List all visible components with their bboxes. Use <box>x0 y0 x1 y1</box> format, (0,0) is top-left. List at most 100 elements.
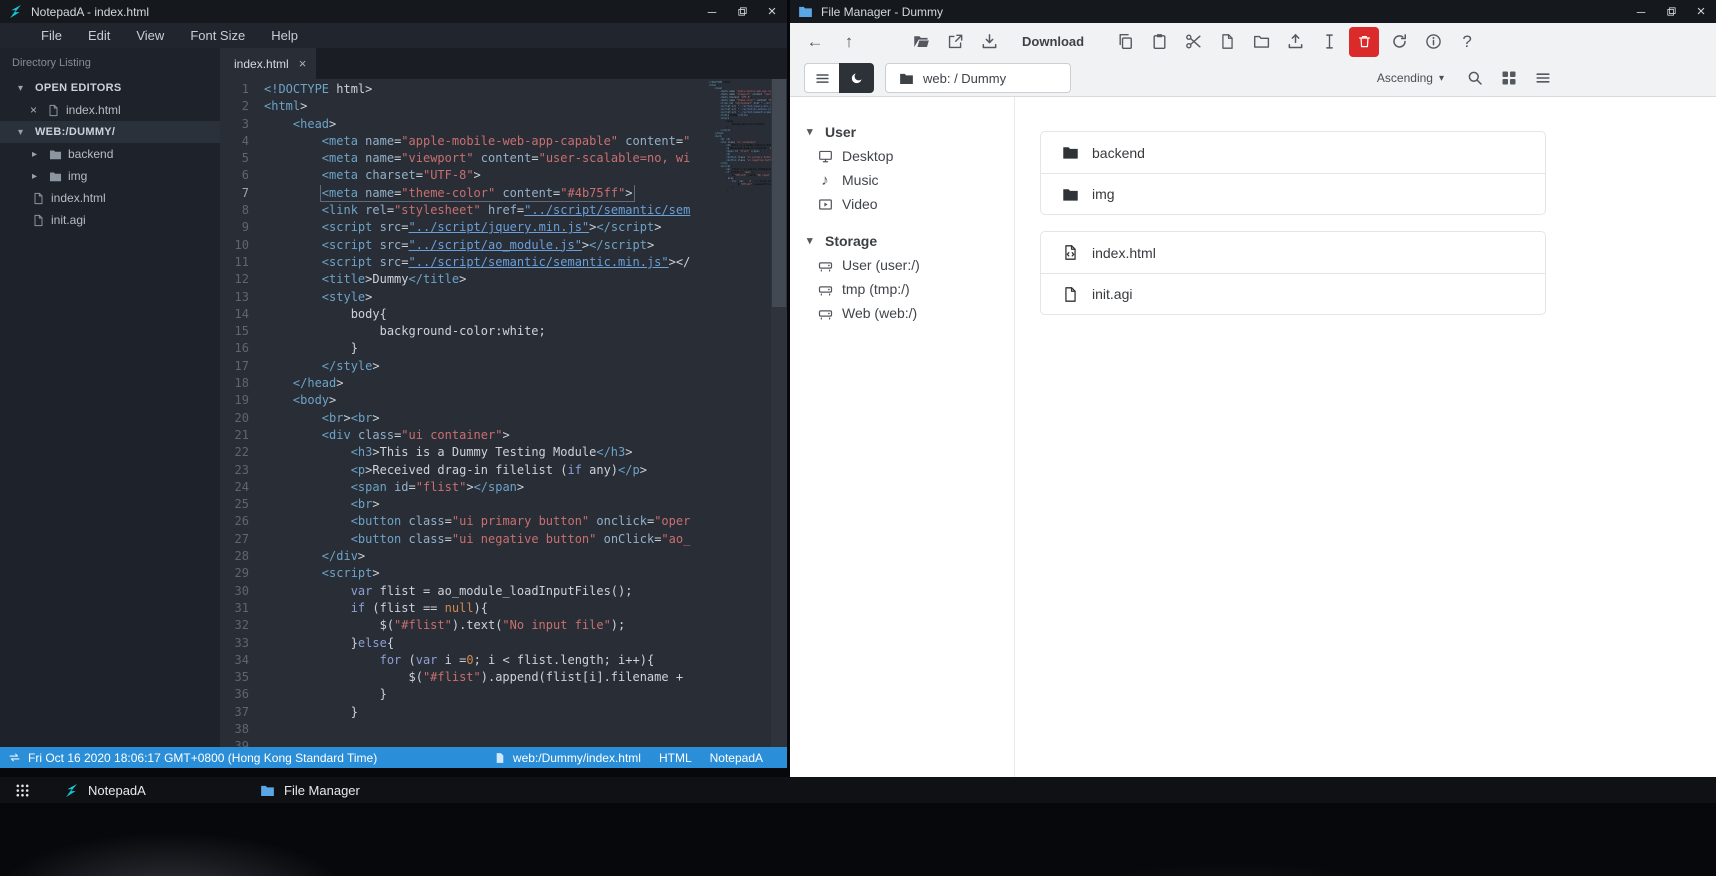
code-line[interactable]: 26 <button class="ui primary button" onc… <box>220 513 707 530</box>
code-line[interactable]: 9 <script src="../script/jquery.min.js">… <box>220 219 707 236</box>
search-button[interactable] <box>1458 63 1492 93</box>
status-filepath[interactable]: web:/Dummy/index.html <box>513 751 641 765</box>
code-line[interactable]: 4 <meta name="apple-mobile-web-app-capab… <box>220 133 707 150</box>
menu-edit[interactable]: Edit <box>75 23 123 48</box>
sort-dropdown[interactable]: Ascending ▾ <box>1377 71 1444 85</box>
code-line[interactable]: 14 body{ <box>220 306 707 323</box>
code-line[interactable]: 3 <head> <box>220 116 707 133</box>
code-line[interactable]: 25 <br> <box>220 496 707 513</box>
sidebar-item-video[interactable]: Video <box>790 192 1014 216</box>
download-button[interactable] <box>972 27 1006 57</box>
code-line[interactable]: 31 if (flist == null){ <box>220 600 707 617</box>
menu-button[interactable] <box>804 63 839 93</box>
code-line[interactable]: 32 $("#flist").text("No input file"); <box>220 617 707 634</box>
up-button[interactable]: ↑ <box>832 27 866 57</box>
open-folder-button[interactable] <box>904 27 938 57</box>
code-line[interactable]: 39 <box>220 738 707 747</box>
open-in-new-window-button[interactable] <box>938 27 972 57</box>
code-line[interactable]: 12 <title>Dummy</title> <box>220 271 707 288</box>
breadcrumb[interactable]: web: / Dummy <box>885 63 1071 93</box>
code-line[interactable]: 28 </div> <box>220 548 707 565</box>
sidebar-item-web-drive[interactable]: Web (web:/) <box>790 301 1014 325</box>
code-line[interactable]: 11 <script src="../script/semantic/seman… <box>220 254 707 271</box>
refresh-button[interactable] <box>1382 27 1416 57</box>
code-line[interactable]: 16 } <box>220 340 707 357</box>
taskbar-item-filemanager[interactable]: File Manager <box>240 777 400 803</box>
menu-file[interactable]: File <box>28 23 75 48</box>
code-line[interactable]: 23 <p>Received drag-in filelist (if any)… <box>220 462 707 479</box>
code-line[interactable]: 22 <h3>This is a Dummy Testing Module</h… <box>220 444 707 461</box>
open-editors-section[interactable]: ▾ OPEN EDITORS <box>0 77 220 99</box>
code-line[interactable]: 27 <button class="ui negative button" on… <box>220 531 707 548</box>
file-row-init-agi[interactable]: init.agi <box>1041 273 1545 314</box>
code-line[interactable]: 34 for (var i =0; i < flist.length; i++)… <box>220 652 707 669</box>
code-line[interactable]: 7 <meta name="theme-color" content="#4b7… <box>220 184 707 202</box>
code-editor[interactable]: 1 <!DOCTYPE html> 2 <html> 3 <head> 4 <meta n… <box>220 79 787 747</box>
open-editor-item[interactable]: × index.html <box>0 99 220 121</box>
tab-index-html[interactable]: index.html × <box>220 48 317 79</box>
code-line[interactable]: 30 var flist = ao_module_loadInputFiles(… <box>220 583 707 600</box>
list-view-button[interactable] <box>1526 63 1560 93</box>
code-line[interactable]: 21 <div class="ui container"> <box>220 427 707 444</box>
apps-grid-button[interactable] <box>0 777 44 803</box>
help-button[interactable]: ? <box>1450 27 1484 57</box>
status-language[interactable]: HTML <box>659 751 692 765</box>
code-line[interactable]: 15 background-color:white; <box>220 323 707 340</box>
code-line[interactable]: 8 <link rel="stylesheet" href="../script… <box>220 202 707 219</box>
file-row-img[interactable]: img <box>1041 173 1545 214</box>
code-line[interactable]: 2 <html> <box>220 98 707 115</box>
code-line[interactable]: 33 }else{ <box>220 635 707 652</box>
info-button[interactable] <box>1416 27 1450 57</box>
code-line[interactable]: 37 } <box>220 704 707 721</box>
notepada-titlebar[interactable]: NotepadA - index.html ─ × <box>0 0 787 23</box>
file-row-backend[interactable]: backend <box>1041 132 1545 173</box>
restore-button[interactable] <box>1656 0 1686 23</box>
code-line[interactable]: 5 <meta name="viewport" content="user-sc… <box>220 150 707 167</box>
copy-button[interactable] <box>1108 27 1142 57</box>
minimize-button[interactable]: ─ <box>1626 0 1656 23</box>
close-button[interactable]: × <box>1686 0 1716 23</box>
new-file-button[interactable] <box>1210 27 1244 57</box>
sidebar-section-storage[interactable]: ▾ Storage <box>790 228 1014 253</box>
rename-button[interactable] <box>1312 27 1346 57</box>
code-area[interactable]: 1 <!DOCTYPE html> 2 <html> 3 <head> 4 <meta n… <box>220 81 707 747</box>
code-line[interactable]: 35 $("#flist").append(flist[i].filename … <box>220 669 707 686</box>
editor-scrollbar[interactable] <box>771 79 787 747</box>
code-line[interactable]: 29 <script> <box>220 565 707 582</box>
code-line[interactable]: 18 </head> <box>220 375 707 392</box>
code-line[interactable]: 17 </style> <box>220 358 707 375</box>
close-icon[interactable]: × <box>30 103 41 117</box>
close-button[interactable]: × <box>757 0 787 23</box>
sidebar-item-user-drive[interactable]: User (user:/) <box>790 253 1014 277</box>
restore-button[interactable] <box>727 0 757 23</box>
taskbar-item-notepada[interactable]: NotepadA <box>44 777 204 803</box>
filemanager-titlebar[interactable]: File Manager - Dummy ─ × <box>790 0 1716 23</box>
tree-item-init-agi[interactable]: init.agi <box>0 209 220 231</box>
theme-toggle-button[interactable] <box>839 63 874 93</box>
minimap[interactable]: <!DOCTYPE html> <html> <head> <meta name=… <box>709 81 771 198</box>
sidebar-item-music[interactable]: ♪ Music <box>790 168 1014 192</box>
download-label[interactable]: Download <box>1022 34 1084 49</box>
code-line[interactable]: 1 <!DOCTYPE html> <box>220 81 707 98</box>
code-line[interactable]: 13 <style> <box>220 289 707 306</box>
workspace-section[interactable]: ▾ WEB:/DUMMY/ <box>0 121 220 143</box>
back-button[interactable]: ← <box>798 27 832 57</box>
menu-view[interactable]: View <box>123 23 177 48</box>
tree-item-backend[interactable]: ▸ backend <box>0 143 220 165</box>
sidebar-item-desktop[interactable]: Desktop <box>790 144 1014 168</box>
sidebar-section-user[interactable]: ▾ User <box>790 119 1014 144</box>
code-line[interactable]: 36 } <box>220 686 707 703</box>
breadcrumb-path[interactable]: web: / Dummy <box>923 71 1006 86</box>
file-row-index-html[interactable]: index.html <box>1041 232 1545 273</box>
upload-button[interactable] <box>1278 27 1312 57</box>
tab-close-icon[interactable]: × <box>299 56 307 71</box>
scrollbar-thumb[interactable] <box>772 79 786 307</box>
delete-button[interactable] <box>1349 26 1380 57</box>
menu-help[interactable]: Help <box>258 23 311 48</box>
code-line[interactable]: 19 <body> <box>220 392 707 409</box>
minimize-button[interactable]: ─ <box>697 0 727 23</box>
menu-font-size[interactable]: Font Size <box>177 23 258 48</box>
grid-view-button[interactable] <box>1492 63 1526 93</box>
tree-item-index-html[interactable]: index.html <box>0 187 220 209</box>
tree-item-img[interactable]: ▸ img <box>0 165 220 187</box>
